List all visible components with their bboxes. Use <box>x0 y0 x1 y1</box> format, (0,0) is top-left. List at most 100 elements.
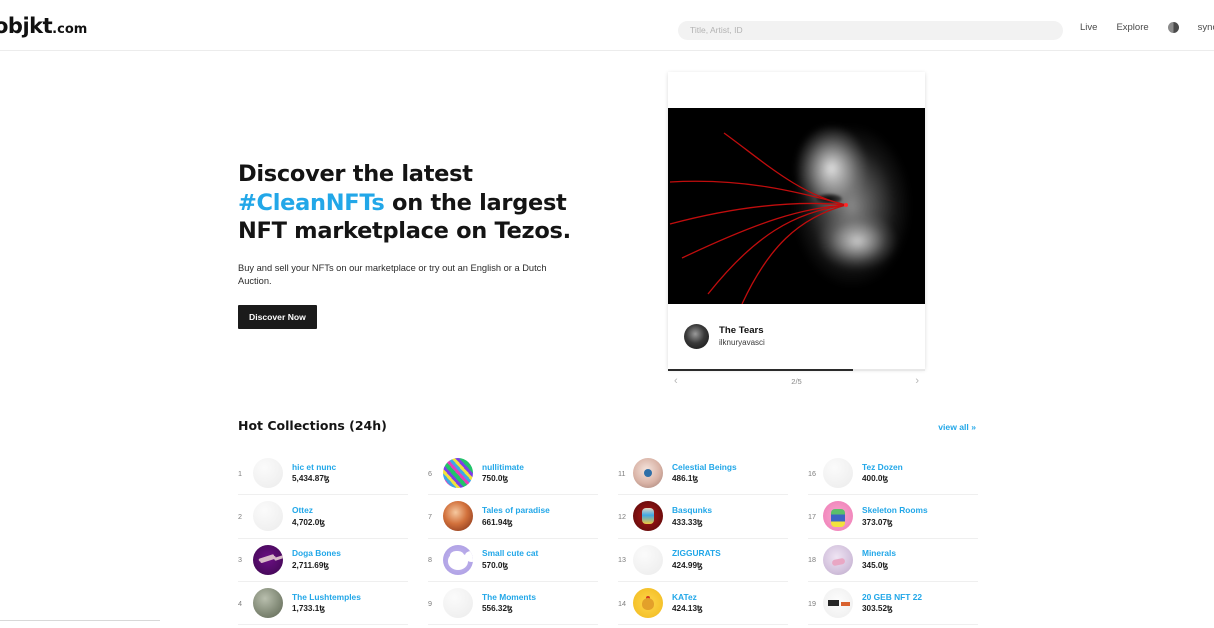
collection-volume: 570.0ꜩ <box>482 560 509 570</box>
half-circle-icon[interactable] <box>1167 22 1179 33</box>
carousel-progress-bar <box>668 369 925 371</box>
collection-row[interactable]: 18 Minerals 345.0ꜩ <box>808 539 978 582</box>
collection-thumbnail-icon <box>633 458 663 489</box>
collection-thumbnail-icon <box>253 588 283 619</box>
collection-volume: 5,434.87ꜩ <box>292 474 330 484</box>
collection-volume: 400.0ꜩ <box>862 474 889 484</box>
collection-name[interactable]: ZIGGURATS <box>672 547 721 560</box>
collection-volume: 433.33ꜩ <box>672 517 703 527</box>
nav-item-live[interactable]: Live <box>1080 22 1097 33</box>
featured-artwork-card[interactable]: The Tears ilknuryavasci <box>668 72 925 369</box>
collections-column-3: 11 Celestial Beings 486.1ꜩ 12 Basqunks 433.33… <box>618 452 788 626</box>
collection-row[interactable]: 16 Tez Dozen 400.0ꜩ <box>808 452 978 496</box>
collection-volume: 345.0ꜩ <box>862 560 889 570</box>
collection-info: hic et nunc 5,434.87ꜩ <box>292 461 336 486</box>
collection-info: Ottez 4,702.0ꜩ <box>292 504 325 529</box>
collection-info: Tez Dozen 400.0ꜩ <box>862 461 903 486</box>
collection-row[interactable]: 4 The Lushtemples 1,733.1ꜩ <box>238 582 408 626</box>
carousel-progress-fill <box>668 369 854 371</box>
collection-info: Skeleton Rooms 373.07ꜩ <box>862 504 928 529</box>
collection-row[interactable]: 19 20 GEB NFT 22 303.52ꜩ <box>808 582 978 626</box>
hero-title-highlight: #CleanNFTs <box>238 189 385 216</box>
collection-thumbnail-icon <box>823 501 853 532</box>
collection-info: Minerals 345.0ꜩ <box>862 547 896 572</box>
collection-thumbnail-icon <box>253 458 283 489</box>
chevron-left-icon[interactable]: ‹ <box>668 375 684 387</box>
discover-now-button[interactable]: Discover Now <box>238 305 317 329</box>
collection-name[interactable]: 20 GEB NFT 22 <box>862 591 922 604</box>
collection-name[interactable]: Tales of paradise <box>482 504 550 517</box>
collection-name[interactable]: hic et nunc <box>292 461 336 474</box>
collection-name[interactable]: Tez Dozen <box>862 461 903 474</box>
collection-name[interactable]: nullitimate <box>482 461 524 474</box>
collection-volume: 373.07ꜩ <box>862 517 893 527</box>
collection-rank: 8 <box>428 555 432 565</box>
collection-row[interactable]: 9 The Moments 556.32ꜩ <box>428 582 598 626</box>
collection-row[interactable]: 3 Doga Bones 2,711.69ꜩ <box>238 539 408 582</box>
featured-artwork-title: The Tears <box>719 324 764 336</box>
collection-info: Basqunks 433.33ꜩ <box>672 504 712 529</box>
brand-logo-suffix: .com <box>52 22 88 37</box>
collection-name[interactable]: Celestial Beings <box>672 461 737 474</box>
carousel-controls: ‹ 2/5 › <box>668 375 925 387</box>
collection-row[interactable]: 8 Small cute cat 570.0ꜩ <box>428 539 598 582</box>
collection-info: nullitimate 750.0ꜩ <box>482 461 524 486</box>
collection-row[interactable]: 6 nullitimate 750.0ꜩ <box>428 452 598 496</box>
site-header: objkt.com Live Explore sync <box>0 0 1214 51</box>
collection-row[interactable]: 14 KATez 424.13ꜩ <box>618 582 788 626</box>
collection-row[interactable]: 11 Celestial Beings 486.1ꜩ <box>618 452 788 496</box>
collection-name[interactable]: Skeleton Rooms <box>862 504 928 517</box>
collection-thumbnail-icon <box>253 501 283 532</box>
header-nav: Live Explore sync <box>1080 22 1214 33</box>
collection-thumbnail-icon <box>823 458 853 489</box>
collection-volume: 424.13ꜩ <box>672 604 703 614</box>
collection-rank: 14 <box>618 598 626 608</box>
collection-row[interactable]: 12 Basqunks 433.33ꜩ <box>618 495 788 539</box>
collection-row[interactable]: 7 Tales of paradise 661.94ꜩ <box>428 495 598 539</box>
carousel-counter: 2/5 <box>791 376 802 386</box>
collection-name[interactable]: The Moments <box>482 591 536 604</box>
featured-artwork-artist[interactable]: ilknuryavasci <box>719 338 765 349</box>
collection-name[interactable]: Basqunks <box>672 504 712 517</box>
brand-logo[interactable]: objkt.com <box>0 14 87 38</box>
featured-artwork-meta: The Tears ilknuryavasci <box>668 304 925 369</box>
collection-volume: 556.32ꜩ <box>482 604 513 614</box>
collection-thumbnail-icon <box>633 501 663 532</box>
avatar <box>684 324 709 349</box>
collection-name[interactable]: Minerals <box>862 547 896 560</box>
collection-rank: 2 <box>238 511 242 521</box>
collection-row[interactable]: 13 ZIGGURATS 424.99ꜩ <box>618 539 788 582</box>
chevron-right-icon[interactable]: › <box>909 375 925 387</box>
collection-volume: 486.1ꜩ <box>672 474 699 484</box>
hero-subtitle: Buy and sell your NFTs on our marketplac… <box>238 262 547 287</box>
view-all-link[interactable]: view all » <box>938 422 976 432</box>
collection-row[interactable]: 17 Skeleton Rooms 373.07ꜩ <box>808 495 978 539</box>
nav-item-explore[interactable]: Explore <box>1116 22 1148 33</box>
collection-thumbnail-icon <box>253 544 283 575</box>
collection-name[interactable]: KATez <box>672 591 703 604</box>
hero-title-part1: Discover the latest <box>238 161 473 187</box>
collection-thumbnail-icon <box>443 588 473 619</box>
collection-row[interactable]: 1 hic et nunc 5,434.87ꜩ <box>238 452 408 496</box>
collection-rank: 1 <box>238 468 242 478</box>
collection-name[interactable]: The Lushtemples <box>292 591 361 604</box>
nav-item-sync[interactable]: sync <box>1198 22 1214 33</box>
search-input[interactable] <box>678 20 1063 40</box>
collection-volume: 2,711.69ꜩ <box>292 560 330 570</box>
collection-info: The Lushtemples 1,733.1ꜩ <box>292 591 361 616</box>
brand-logo-text: objkt <box>0 14 53 38</box>
collection-volume: 4,702.0ꜩ <box>292 517 326 527</box>
collections-column-4: 16 Tez Dozen 400.0ꜩ 17 Skeleton Rooms 373.07ꜩ… <box>808 452 978 626</box>
collection-name[interactable]: Doga Bones <box>292 547 341 560</box>
collection-row[interactable]: 2 Ottez 4,702.0ꜩ <box>238 495 408 539</box>
collection-volume: 1,733.1ꜩ <box>292 604 326 614</box>
collections-column-1: 1 hic et nunc 5,434.87ꜩ 2 Ottez 4,702.0ꜩ 3 Doga… <box>238 452 408 626</box>
collection-info: Small cute cat 570.0ꜩ <box>482 547 538 572</box>
collection-name[interactable]: Small cute cat <box>482 547 538 560</box>
collection-volume: 750.0ꜩ <box>482 474 509 484</box>
collection-rank: 17 <box>808 511 816 521</box>
collection-volume: 303.52ꜩ <box>862 604 893 614</box>
collection-rank: 9 <box>428 598 432 608</box>
collection-name[interactable]: Ottez <box>292 504 325 517</box>
hero-title: Discover the latest #CleanNFTs on the la… <box>238 160 590 246</box>
